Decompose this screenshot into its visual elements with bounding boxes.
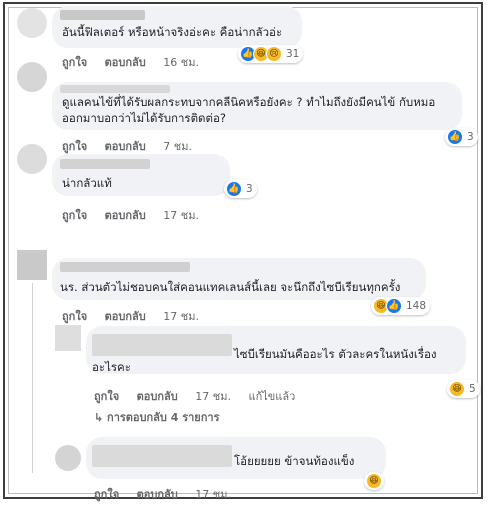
like-action[interactable]: ถูกใจ [62, 56, 87, 69]
reaction-count: 148 [406, 300, 427, 312]
timestamp[interactable]: 17 ชม. [195, 390, 231, 403]
avatar[interactable] [17, 8, 47, 38]
reaction-count: 3 [467, 131, 474, 143]
timestamp[interactable]: 17 ชม. [163, 310, 199, 323]
comment-text: น่ากลัวแท้ [62, 176, 112, 190]
sad-icon: 😢 [266, 46, 282, 62]
timestamp[interactable]: 17 ชม. [195, 488, 231, 501]
reply-bubble: โอ้ยยยยย ข้าจนท้องแข็ง [86, 437, 386, 479]
comment-text: ออกมาบอกว่าไม่ได้รับการติดต่อ? [62, 111, 227, 125]
like-action[interactable]: ถูกใจ [94, 390, 119, 403]
thread-connector [32, 283, 33, 473]
timestamp[interactable]: 16 ชม. [163, 56, 199, 69]
like-icon: 👍 [226, 181, 242, 197]
like-icon: 👍 [386, 298, 402, 314]
reply-actions: ถูกใจ ตอบกลับ 17 ชม. แก้ไขแล้ว [94, 387, 309, 405]
comment-actions: ถูกใจ ตอบกลับ 7 ชม. [62, 137, 206, 155]
reply-action[interactable]: ตอบกลับ [105, 56, 146, 69]
reply-action[interactable]: ตอบกลับ [137, 488, 178, 501]
commenter-name-blurred[interactable] [60, 159, 150, 169]
comment-bubble: อันนี้ฟิลเตอร์ หรือหน้าจริงอ่ะคะ คือน่าก… [52, 6, 302, 48]
comment-actions: ถูกใจ ตอบกลับ 16 ชม. [62, 53, 213, 71]
comment-bubble: น่ากลัวแท้ [52, 154, 230, 196]
like-action[interactable]: ถูกใจ [62, 310, 87, 323]
reaction-summary[interactable]: 👍 3 [445, 128, 478, 146]
reaction-summary[interactable]: 👍 3 [224, 180, 257, 198]
reply-actions: ถูกใจ ตอบกลับ 17 ชม. [94, 485, 245, 503]
avatar[interactable] [17, 144, 47, 174]
like-action[interactable]: ถูกใจ [94, 488, 119, 501]
comment-bubble: นร. ส่วนตัวไม่ชอบคนใส่คอนแทคเลนส์นี้เลย … [52, 258, 426, 300]
reaction-count: 3 [246, 183, 253, 195]
timestamp[interactable]: 17 ชม. [163, 209, 199, 222]
reaction-count: 5 [469, 383, 476, 395]
avatar[interactable] [17, 62, 47, 92]
commenter-name-blurred[interactable] [92, 334, 232, 356]
frame-inner-border [8, 7, 478, 494]
edited-label[interactable]: แก้ไขแล้ว [248, 390, 295, 403]
avatar[interactable] [17, 250, 47, 280]
reply-action[interactable]: ตอบกลับ [137, 390, 178, 403]
comment-text: ดูแลคนไข้ที่ได้รับผลกระทบจากคลีนิคหรือยั… [62, 95, 436, 109]
avatar[interactable] [55, 445, 81, 471]
reaction-count: 31 [286, 48, 300, 60]
comment-bubble: ดูแลคนไข้ที่ได้รับผลกระทบจากคลีนิคหรือยั… [52, 82, 462, 130]
reaction-summary[interactable]: 😆 5 [447, 380, 480, 398]
reaction-summary[interactable]: 😆 👍 148 [371, 297, 431, 315]
comment-text: นร. ส่วนตัวไม่ชอบคนใส่คอนแทคเลนส์นี้เลย … [60, 280, 401, 294]
more-replies-link[interactable]: ↳ การตอบกลับ 4 รายการ [94, 408, 220, 426]
reply-bubble: ไซบีเรียนมันคืออะไร ตัวละครในหนังเรื่อง … [86, 326, 466, 374]
reaction-summary[interactable]: 😆 [364, 472, 384, 490]
haha-icon: 😆 [366, 473, 382, 489]
reaction-summary[interactable]: 👍 😆 😢 31 [238, 45, 304, 63]
reply-action[interactable]: ตอบกลับ [105, 140, 146, 153]
commenter-name-blurred[interactable] [92, 445, 232, 467]
commenter-name-blurred[interactable] [60, 262, 190, 272]
commenter-name-blurred[interactable] [60, 10, 145, 20]
screenshot-frame [3, 2, 483, 499]
avatar[interactable] [55, 325, 81, 351]
haha-icon: 😆 [449, 381, 465, 397]
comment-actions: ถูกใจ ตอบกลับ 17 ชม. [62, 206, 213, 224]
reply-action[interactable]: ตอบกลับ [105, 209, 146, 222]
like-action[interactable]: ถูกใจ [62, 209, 87, 222]
commenter-name-blurred[interactable] [60, 85, 170, 93]
like-action[interactable]: ถูกใจ [62, 140, 87, 153]
reply-text: โอ้ยยยยย ข้าจนท้องแข็ง [234, 454, 355, 468]
like-icon: 👍 [447, 129, 463, 145]
comment-actions: ถูกใจ ตอบกลับ 17 ชม. [62, 307, 213, 325]
reply-text: ไซบีเรียนมันคืออะไร ตัวละครในหนังเรื่อง [234, 347, 437, 361]
reply-text: อะไรคะ [92, 360, 131, 374]
timestamp[interactable]: 7 ชม. [163, 140, 192, 153]
comment-text: อันนี้ฟิลเตอร์ หรือหน้าจริงอ่ะคะ คือน่าก… [62, 25, 283, 39]
reply-action[interactable]: ตอบกลับ [105, 310, 146, 323]
